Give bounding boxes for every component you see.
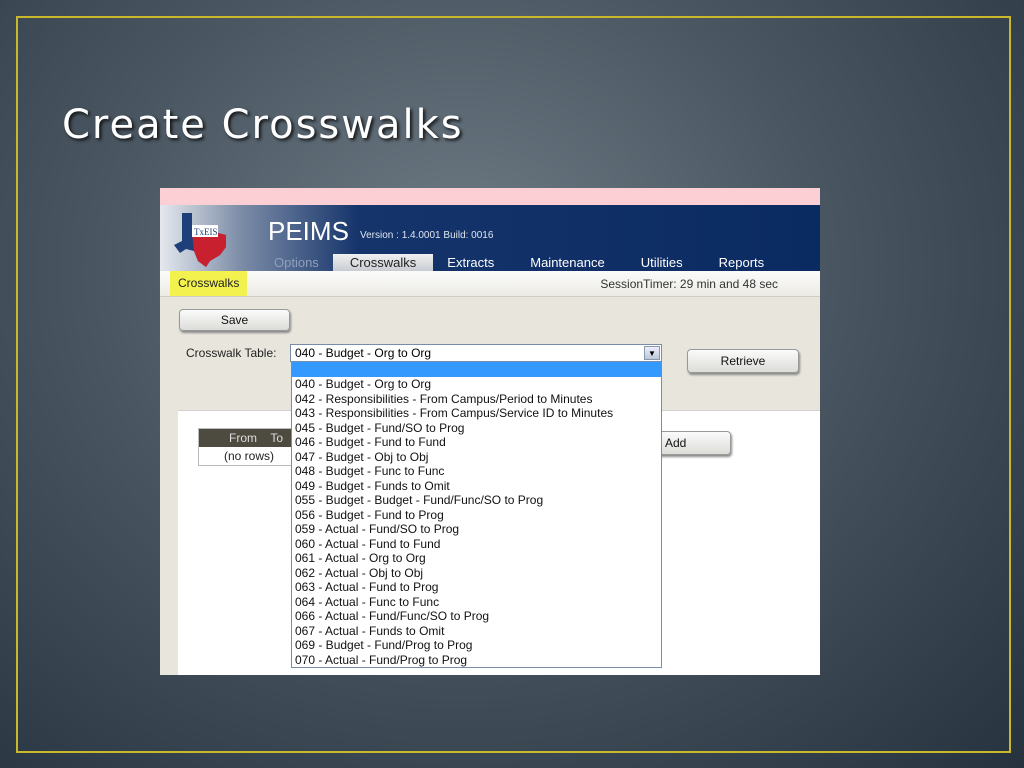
dropdown-option[interactable]: 061 - Actual - Org to Org bbox=[292, 551, 661, 566]
breadcrumb[interactable]: Crosswalks bbox=[170, 271, 248, 296]
tab-options[interactable]: Options bbox=[260, 254, 333, 271]
save-button[interactable]: Save bbox=[179, 309, 290, 331]
tab-reports[interactable]: Reports bbox=[697, 254, 787, 271]
tab-crosswalks[interactable]: Crosswalks bbox=[332, 254, 434, 271]
crosswalk-table-select[interactable]: 040 - Budget - Org to Org ▼ bbox=[290, 344, 662, 362]
dropdown-option[interactable]: 070 - Actual - Fund/Prog to Prog bbox=[292, 653, 661, 668]
crosswalk-dropdown-list[interactable]: 040 - Budget - Org to Org 042 - Responsib… bbox=[291, 361, 662, 668]
session-timer: SessionTimer: 29 min and 48 sec bbox=[600, 277, 778, 291]
dropdown-option[interactable]: 049 - Budget - Funds to Omit bbox=[292, 479, 661, 494]
svg-text:TxEIS: TxEIS bbox=[194, 227, 218, 237]
slide-title: Create Crosswalks bbox=[62, 102, 464, 148]
dropdown-option[interactable]: 055 - Budget - Budget - Fund/Func/SO to … bbox=[292, 493, 661, 508]
dropdown-option[interactable]: 056 - Budget - Fund to Prog bbox=[292, 508, 661, 523]
selected-value: 040 - Budget - Org to Org bbox=[295, 346, 432, 360]
dropdown-option[interactable]: 040 - Budget - Org to Org bbox=[292, 377, 661, 392]
dropdown-option[interactable]: 069 - Budget - Fund/Prog to Prog bbox=[292, 638, 661, 653]
dropdown-option[interactable]: 064 - Actual - Func to Func bbox=[292, 595, 661, 610]
add-button[interactable]: Add bbox=[650, 431, 731, 455]
crosswalk-table-label: Crosswalk Table: bbox=[186, 346, 277, 360]
dropdown-option[interactable]: 063 - Actual - Fund to Prog bbox=[292, 580, 661, 595]
version-text: Version : 1.4.0001 Build: 0016 bbox=[360, 230, 494, 241]
column-to: To bbox=[270, 431, 284, 445]
tab-maintenance[interactable]: Maintenance bbox=[508, 254, 626, 271]
app-screenshot: TxEIS PEIMS Version : 1.4.0001 Build: 00… bbox=[160, 188, 820, 675]
dropdown-option[interactable]: 046 - Budget - Fund to Fund bbox=[292, 435, 661, 450]
dropdown-option[interactable]: 043 - Responsibilities - From Campus/Ser… bbox=[292, 406, 661, 421]
tab-extracts[interactable]: Extracts bbox=[433, 254, 508, 271]
app-header: TxEIS PEIMS Version : 1.4.0001 Build: 00… bbox=[160, 205, 820, 271]
tab-utilities[interactable]: Utilities bbox=[627, 254, 697, 271]
dropdown-option[interactable]: 060 - Actual - Fund to Fund bbox=[292, 537, 661, 552]
dropdown-option[interactable]: 066 - Actual - Fund/Func/SO to Prog bbox=[292, 609, 661, 624]
retrieve-button[interactable]: Retrieve bbox=[687, 349, 799, 373]
dropdown-option[interactable]: 067 - Actual - Funds to Omit bbox=[292, 624, 661, 639]
texas-logo-icon: TxEIS bbox=[174, 213, 226, 267]
dropdown-option[interactable] bbox=[292, 362, 661, 377]
dropdown-option[interactable]: 062 - Actual - Obj to Obj bbox=[292, 566, 661, 581]
dropdown-option[interactable]: 045 - Budget - Fund/SO to Prog bbox=[292, 421, 661, 436]
dropdown-option[interactable]: 047 - Budget - Obj to Obj bbox=[292, 450, 661, 465]
dropdown-option[interactable]: 059 - Actual - Fund/SO to Prog bbox=[292, 522, 661, 537]
dropdown-option[interactable]: 048 - Budget - Func to Func bbox=[292, 464, 661, 479]
top-bar bbox=[160, 188, 820, 205]
app-name: PEIMS bbox=[268, 216, 349, 246]
chevron-down-icon[interactable]: ▼ bbox=[644, 346, 660, 360]
column-from: From bbox=[229, 431, 257, 445]
dropdown-option[interactable]: 042 - Responsibilities - From Campus/Per… bbox=[292, 392, 661, 407]
